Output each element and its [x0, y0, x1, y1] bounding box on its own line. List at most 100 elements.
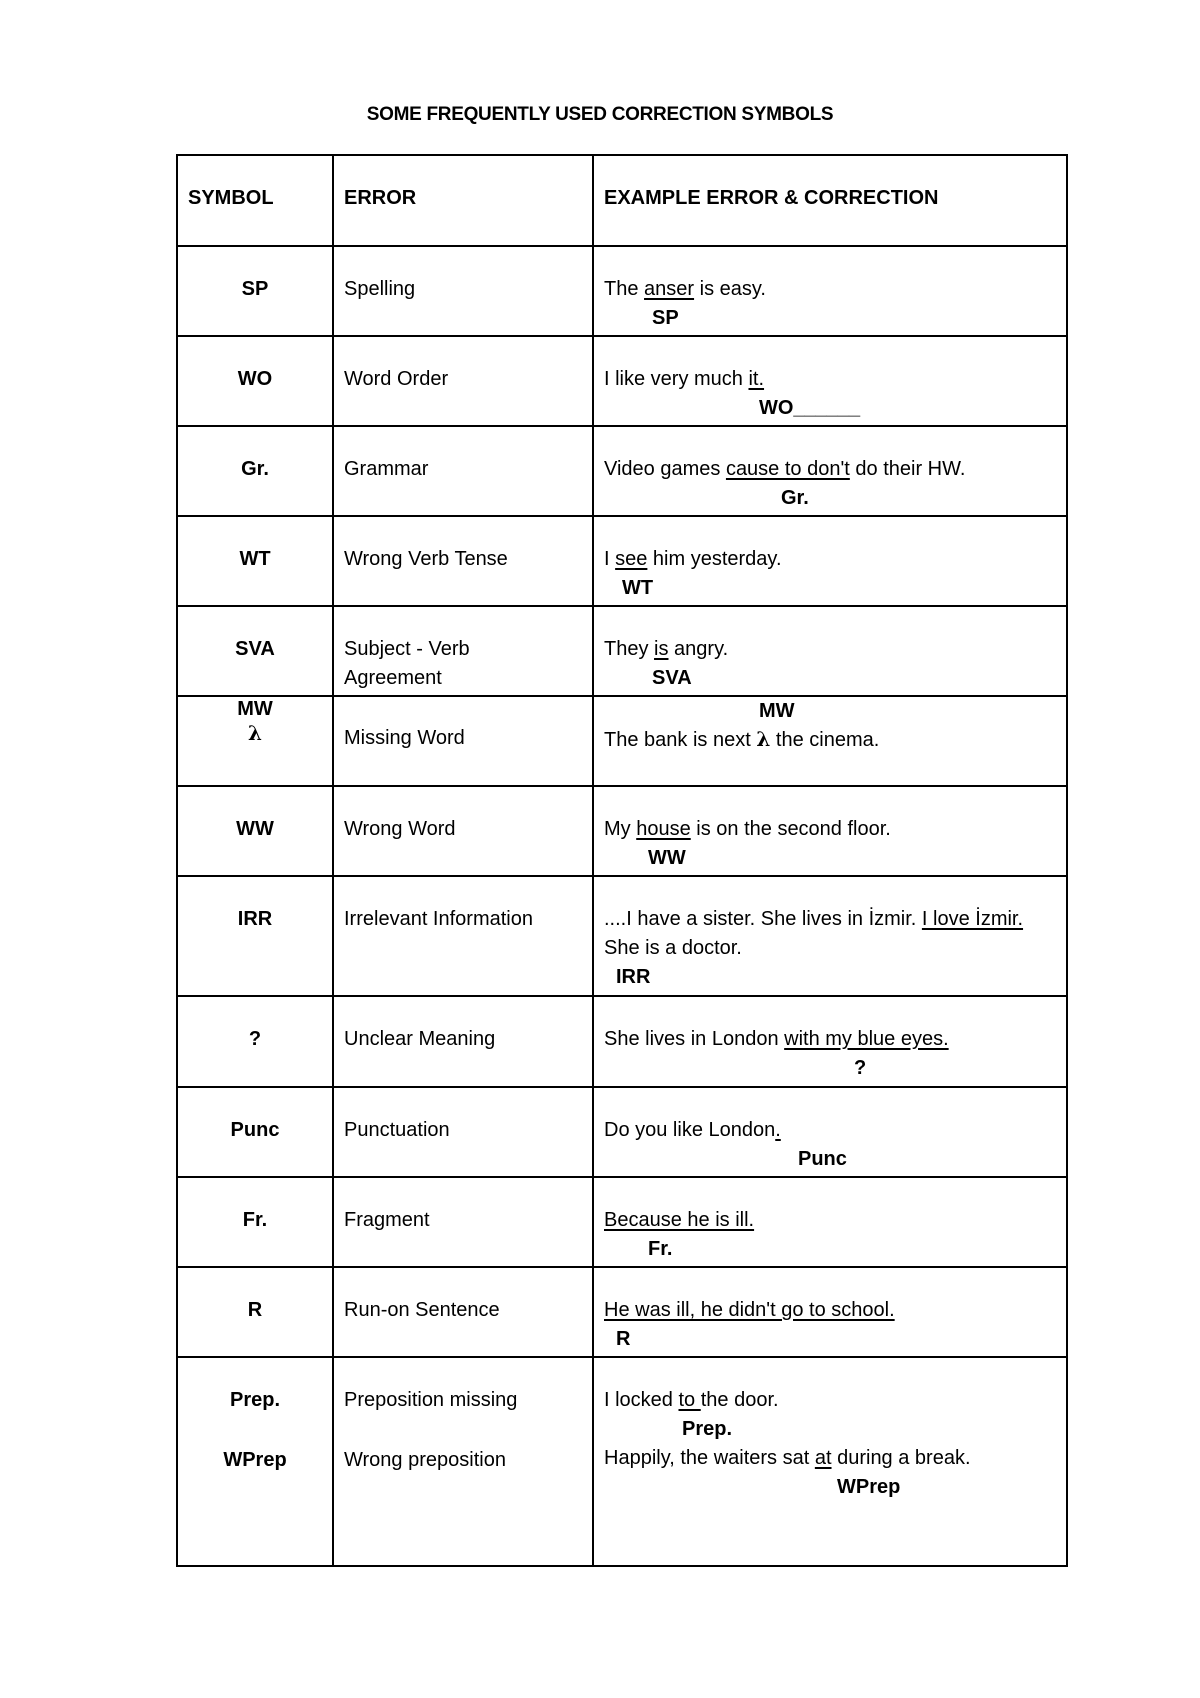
example-cell: The anser is easy. SP	[592, 245, 1068, 337]
error-cell: Spelling	[332, 245, 594, 337]
example-cell: He was ill, he didn't go to school. R	[592, 1266, 1068, 1358]
symbol-cell: SVA	[176, 605, 334, 697]
symbol-cell: Prep. WPrep	[176, 1356, 334, 1567]
symbol-text: Punc	[230, 1119, 280, 1141]
correction-mark: Punc	[798, 1148, 847, 1170]
symbol-text: MW	[237, 698, 273, 720]
error-cell: Irrelevant Information	[332, 875, 594, 997]
error-cell: Wrong Verb Tense	[332, 515, 594, 607]
table-row: WO Word Order I like very much it. WO___…	[176, 335, 1068, 427]
example-text: My	[604, 818, 637, 840]
error-text: Wrong preposition	[344, 1449, 506, 1471]
example-cell: I locked to the door. Prep. Happily, the…	[592, 1356, 1068, 1567]
error-underlined: cause to don't	[725, 458, 850, 480]
header-example-label: EXAMPLE ERROR & CORRECTION	[604, 187, 939, 209]
symbol-cell: MW λ	[176, 695, 334, 787]
example-cell: Video games cause to don't do their HW. …	[592, 425, 1068, 517]
example-text: the door.	[700, 1389, 779, 1411]
symbol-text: WW	[236, 818, 274, 840]
table-row: SVA Subject - Verb Agreement They is ang…	[176, 605, 1068, 697]
example-text: is on the second floor.	[690, 818, 891, 840]
error-underlined: see	[615, 548, 648, 570]
example-text: the cinema.	[770, 729, 880, 751]
error-cell: Fragment	[332, 1176, 594, 1268]
error-text: Run-on Sentence	[344, 1299, 500, 1321]
table-row: Fr. Fragment Because he is ill. Fr.	[176, 1176, 1068, 1268]
example-text: ....I have a sister. She lives in İzmir.	[604, 908, 922, 930]
error-underlined: I love İzmir.	[921, 908, 1024, 930]
header-symbol: SYMBOL	[176, 154, 334, 247]
error-text: Wrong Verb Tense	[344, 548, 508, 570]
correction-mark: WW	[648, 847, 686, 869]
correction-mark: Prep.	[682, 1418, 733, 1440]
page-title: SOME FREQUENTLY USED CORRECTION SYMBOLS	[366, 104, 834, 125]
example-text: The bank is next	[604, 729, 757, 751]
header-error: ERROR	[332, 154, 594, 247]
error-text: Preposition missing	[344, 1389, 518, 1411]
error-text: Fragment	[344, 1209, 430, 1231]
correction-mark: Gr.	[781, 487, 809, 509]
error-underlined: with my blue eyes.	[784, 1028, 949, 1050]
table-row: WT Wrong Verb Tense I see him yesterday.…	[176, 515, 1068, 607]
symbol-cell: IRR	[176, 875, 334, 997]
example-cell: MW The bank is next λ the cinema.	[592, 695, 1068, 787]
example-cell: ....I have a sister. She lives in İzmir.…	[592, 875, 1068, 997]
example-cell: She lives in London with my blue eyes. ?	[592, 995, 1068, 1088]
error-underlined: house	[636, 818, 691, 840]
example-text: I	[604, 548, 616, 570]
error-underlined: .	[775, 1119, 781, 1141]
symbol-text: R	[247, 1299, 263, 1321]
correction-mark: SP	[652, 307, 679, 329]
example-text: They	[604, 638, 655, 660]
symbol-text: Prep.	[229, 1389, 281, 1411]
header-example: EXAMPLE ERROR & CORRECTION	[592, 154, 1068, 247]
example-text: during a break.	[831, 1447, 971, 1469]
symbol-cell: Punc	[176, 1086, 334, 1178]
error-underlined: is	[654, 638, 669, 660]
error-underlined: anser	[644, 278, 695, 300]
example-text: Do you like London	[604, 1119, 776, 1141]
symbol-text: WPrep	[223, 1449, 287, 1471]
error-cell: Grammar	[332, 425, 594, 517]
symbol-text: SP	[241, 278, 269, 300]
error-cell: Run-on Sentence	[332, 1266, 594, 1358]
example-cell: I see him yesterday. WT	[592, 515, 1068, 607]
example-cell: They is angry. SVA	[592, 605, 1068, 697]
symbol-cell: SP	[176, 245, 334, 337]
error-underlined: it.	[748, 368, 765, 390]
error-text: Subject - Verb	[344, 638, 470, 660]
table-row: WW Wrong Word My house is on the second …	[176, 785, 1068, 877]
error-text: Grammar	[344, 458, 429, 480]
correction-mark: WO______	[759, 397, 861, 419]
symbol-text: Gr.	[241, 458, 269, 480]
symbol-text: SVA	[235, 638, 275, 660]
correction-mark: MW	[759, 700, 795, 722]
table-row: Prep. WPrep Preposition missing Wrong pr…	[176, 1356, 1068, 1567]
caret-lambda-icon: λ	[756, 727, 771, 751]
symbol-cell: WT	[176, 515, 334, 607]
error-text: Unclear Meaning	[344, 1028, 496, 1050]
error-text: Punctuation	[344, 1119, 450, 1141]
correction-mark: R	[616, 1328, 631, 1350]
example-text: I like very much	[604, 368, 749, 390]
error-cell: Unclear Meaning	[332, 995, 594, 1088]
error-underlined: to	[678, 1389, 701, 1411]
symbol-cell: WW	[176, 785, 334, 877]
example-text: Happily, the waiters sat	[604, 1447, 815, 1469]
table-row: IRR Irrelevant Information ....I have a …	[176, 875, 1068, 997]
example-text: do their HW.	[849, 458, 966, 480]
table-row: MW λ Missing Word MW The bank is next λ …	[176, 695, 1068, 787]
symbol-cell: ?	[176, 995, 334, 1088]
error-text: Irrelevant Information	[344, 908, 533, 930]
symbol-text: IRR	[237, 908, 273, 930]
example-cell: I like very much it. WO______	[592, 335, 1068, 427]
symbol-cell: WO	[176, 335, 334, 427]
header-symbol-label: SYMBOL	[188, 187, 274, 209]
symbol-text: WO	[237, 368, 273, 390]
example-text: Video games	[604, 458, 726, 480]
error-cell: Subject - Verb Agreement	[332, 605, 594, 697]
error-cell: Preposition missing Wrong preposition	[332, 1356, 594, 1567]
symbol-text: WT	[239, 548, 271, 570]
example-cell: Do you like London. Punc	[592, 1086, 1068, 1178]
symbol-text: Fr.	[242, 1209, 268, 1231]
